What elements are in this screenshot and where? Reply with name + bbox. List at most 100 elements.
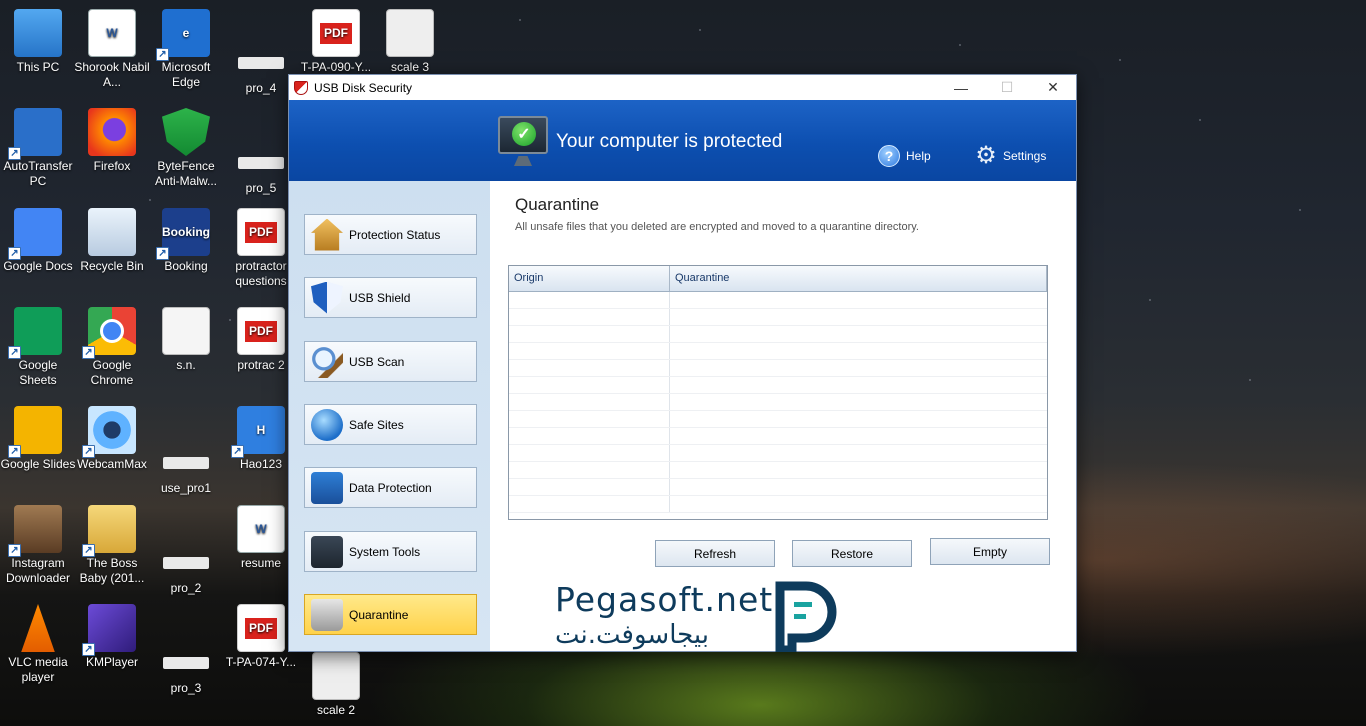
panel-title: Quarantine	[515, 195, 600, 214]
desktop-icon[interactable]: Firefox	[74, 108, 150, 174]
shortcut-arrow-icon: ↗	[8, 247, 21, 260]
desktop-icon-label: Google Slides	[0, 457, 76, 471]
table-row-empty	[509, 377, 1047, 394]
shortcut-arrow-icon: ↗	[82, 643, 95, 656]
desktop-icon[interactable]: Booking ↗ Booking	[148, 208, 224, 274]
shortcut-arrow-icon: ↗	[8, 544, 21, 557]
watermark-text: Pegasoft.net	[555, 580, 774, 619]
text-document-icon	[162, 307, 210, 355]
system-tools-icon	[311, 535, 343, 568]
desktop-icon-label: KMPlayer	[85, 655, 138, 669]
shield-icon	[311, 281, 343, 314]
nav-system-tools[interactable]: System Tools	[304, 531, 477, 572]
restore-button[interactable]: Restore	[792, 540, 912, 567]
settings-link[interactable]: ⚙ Settings	[975, 142, 1046, 169]
desktop-icon[interactable]: s.n.	[148, 307, 224, 373]
shortcut-arrow-icon: ↗	[156, 247, 169, 260]
desktop-icon[interactable]: ↗ The Boss Baby (201...	[74, 505, 150, 586]
usb-disk-security-window: USB Disk Security — ☐ ✕ ✓ Your computer …	[288, 74, 1077, 652]
help-label: Help	[906, 149, 931, 163]
pdf-icon: PDF	[237, 604, 285, 652]
nav-quarantine[interactable]: Quarantine	[304, 594, 477, 635]
quarantine-table[interactable]: Origin Quarantine	[508, 265, 1048, 520]
nav-label: USB Scan	[349, 354, 405, 369]
table-body	[509, 292, 1047, 519]
column-header-origin[interactable]: Origin	[509, 266, 670, 291]
desktop-icon-label: AutoTransfer PC	[3, 159, 73, 188]
desktop-icon[interactable]: ↗ Instagram Downloader	[0, 505, 76, 586]
booking-icon: Booking ↗	[156, 208, 210, 260]
table-header: Origin Quarantine	[509, 266, 1047, 292]
help-link[interactable]: ? Help	[878, 145, 931, 167]
desktop-icon-label: Instagram Downloader	[5, 556, 71, 585]
desktop-icon[interactable]: ↗ VLC media player	[0, 604, 76, 685]
desktop-icon[interactable]: ↗ Google Docs	[0, 208, 76, 274]
nav-protection-status[interactable]: Protection Status	[304, 214, 477, 255]
desktop-icon-label: use_pro1	[160, 481, 212, 495]
nav-label: Protection Status	[349, 227, 441, 242]
desktop-icon-label: pro_3	[170, 681, 202, 695]
desktop-icon[interactable]: ↗ WebcamMax	[74, 406, 150, 472]
nav-usb-shield[interactable]: USB Shield	[304, 277, 477, 318]
desktop-icon-label: VLC media player	[8, 655, 68, 684]
minimize-button[interactable]: —	[938, 75, 984, 100]
desktop-icon-label: Google Sheets	[18, 358, 58, 387]
file-icon	[162, 630, 210, 678]
file-icon	[162, 530, 210, 578]
word-document-icon: W	[237, 505, 285, 553]
kmplayer-icon: ↗	[82, 604, 136, 656]
desktop-icon[interactable]: ↗ ByteFence Anti-Malw...	[148, 108, 224, 189]
check-icon: ✓	[512, 122, 536, 146]
desktop-icon[interactable]: pro_3	[148, 630, 224, 696]
desktop-icon-label: Google Docs	[3, 259, 73, 273]
nav-label: System Tools	[349, 544, 421, 559]
desktop-icon[interactable]: Recycle Bin	[74, 208, 150, 274]
recycle-bin-icon	[88, 208, 136, 256]
panel-description: All unsafe files that you deleted are en…	[515, 221, 919, 233]
webcammax-icon: ↗	[82, 406, 136, 458]
title-bar[interactable]: USB Disk Security — ☐ ✕	[289, 75, 1076, 100]
data-lock-icon	[311, 471, 343, 504]
globe-icon	[311, 408, 343, 441]
desktop-icon[interactable]: use_pro1	[148, 430, 224, 496]
desktop-icon[interactable]: ↗ Google Chrome	[74, 307, 150, 388]
desktop-icon[interactable]: pro_2	[148, 530, 224, 596]
close-button[interactable]: ✕	[1030, 75, 1076, 100]
home-icon	[311, 218, 343, 251]
desktop-icon[interactable]: ↗ KMPlayer	[74, 604, 150, 670]
empty-button[interactable]: Empty	[930, 538, 1050, 565]
nav-label: USB Shield	[349, 290, 411, 305]
desktop-icon-label: T-PA-074-Y...	[225, 655, 297, 669]
help-icon: ?	[878, 145, 900, 167]
hao123-icon: H ↗	[231, 406, 285, 458]
table-row-empty	[509, 394, 1047, 411]
pdf-icon: PDF	[237, 208, 285, 256]
desktop-icon-label: Shorook Nabil A...	[74, 60, 150, 89]
desktop-icon[interactable]: ↗ Google Slides	[0, 406, 76, 472]
desktop-icon[interactable]: ↗ AutoTransfer PC	[0, 108, 76, 189]
gear-icon: ⚙	[975, 142, 997, 169]
desktop-icon-label: Firefox	[93, 159, 131, 173]
shortcut-arrow-icon: ↗	[82, 445, 95, 458]
desktop-icon[interactable]: W Shorook Nabil A...	[74, 9, 150, 90]
desktop-icon[interactable]: ↗ Google Sheets	[0, 307, 76, 388]
file-icon	[237, 30, 285, 78]
maximize-button[interactable]: ☐	[984, 75, 1030, 100]
desktop-icon[interactable]: scale 2	[298, 652, 374, 718]
column-header-quarantine[interactable]: Quarantine	[670, 266, 1047, 291]
desktop-icon[interactable]: scale 3	[372, 9, 448, 75]
nav-safe-sites[interactable]: Safe Sites	[304, 404, 477, 445]
table-row-empty	[509, 326, 1047, 343]
nav-usb-scan[interactable]: USB Scan	[304, 341, 477, 382]
desktop-icon[interactable]: PDF T-PA-090-Y...	[298, 9, 374, 75]
refresh-button[interactable]: Refresh	[655, 540, 775, 567]
desktop-icon[interactable]: This PC	[0, 9, 76, 75]
google-slides-icon: ↗	[8, 406, 62, 458]
desktop-icon[interactable]: e ↗ Microsoft Edge	[148, 9, 224, 90]
desktop-icon-label: The Boss Baby (201...	[79, 556, 145, 585]
protected-monitor-icon: ✓	[498, 116, 548, 166]
nav-data-protection[interactable]: Data Protection	[304, 467, 477, 508]
scale-icon	[386, 9, 434, 57]
watermark-arabic-text: بيجاسوفت.نت	[555, 620, 709, 650]
shortcut-arrow-icon: ↗	[231, 445, 244, 458]
